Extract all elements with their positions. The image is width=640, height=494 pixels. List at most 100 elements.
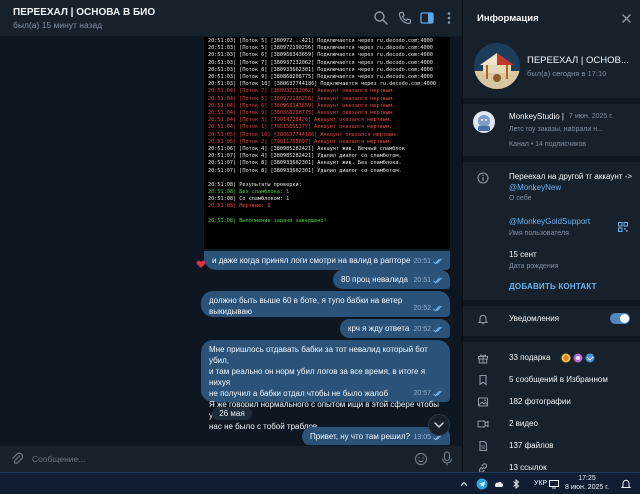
media-row-label: 2 видео bbox=[509, 419, 538, 428]
terminal-line: 20:51:08| Со спамблоком: 1 bbox=[208, 196, 290, 203]
username-label: Имя пользователя bbox=[509, 230, 569, 237]
terminal-line: 20:51:03| [Поток 7] [380937232062] Подкл… bbox=[208, 59, 433, 66]
terminal-gap bbox=[208, 175, 450, 182]
clock-date[interactable]: 8 июн. 2025 г. bbox=[555, 484, 619, 491]
message-text: должно быть выше 60 в боте, я тупо бабки… bbox=[209, 296, 403, 316]
media-row-links[interactable]: 13 ссылок bbox=[463, 457, 640, 472]
chevron-down-icon bbox=[434, 422, 444, 429]
channel-snippet-text: Летс гоу заказы, набрали н... bbox=[509, 126, 603, 133]
cloud-tray-icon[interactable] bbox=[493, 478, 505, 490]
bluetooth-tray-icon[interactable] bbox=[510, 478, 522, 490]
read-checks-icon bbox=[433, 390, 442, 397]
terminal-line: 20:51:04| [Поток 9] [380868208775] Аккау… bbox=[208, 110, 396, 117]
message-bubble[interactable]: и даже когда принял логи смотри на валид… bbox=[204, 251, 450, 270]
photo-icon bbox=[477, 397, 489, 407]
paperclip-icon[interactable] bbox=[10, 452, 24, 466]
terminal-line: 20:51:03| [Поток 5] [380972190256] Подкл… bbox=[208, 45, 433, 52]
toggle-knob bbox=[620, 314, 629, 323]
username-link[interactable]: @MonkeyGoldSupport bbox=[509, 217, 590, 226]
message-meta: 20:51 bbox=[413, 256, 443, 267]
terminal-line: 20:51:05| [Поток 10] [380637744186] Акка… bbox=[208, 131, 399, 138]
microphone-icon[interactable] bbox=[440, 451, 454, 467]
section-divider bbox=[463, 156, 640, 162]
more-menu-icon[interactable] bbox=[441, 10, 457, 26]
info-header: Информация bbox=[463, 0, 640, 37]
qr-code-icon[interactable] bbox=[618, 222, 628, 232]
info-circle-icon bbox=[477, 172, 489, 184]
chat-header[interactable]: ПЕРЕЕХАЛ | ОСНОВА В БИО был(а) 15 минут … bbox=[0, 0, 462, 37]
notifications-toggle[interactable] bbox=[610, 313, 630, 324]
terminal-line: 20:51:04| [Поток 3] [79014728420] Аккаун… bbox=[208, 117, 393, 124]
message-text: и даже когда принял логи смотри на валид… bbox=[212, 256, 411, 265]
link-icon bbox=[478, 463, 488, 472]
media-row-label: 182 фотографии bbox=[509, 397, 571, 406]
read-checks-icon bbox=[433, 305, 442, 312]
terminal-line: 20:51:04| [Поток 1] [79515865377] Аккаун… bbox=[208, 124, 393, 131]
media-row-label: 13 ссылок bbox=[509, 463, 547, 472]
message-time: 20:52 bbox=[413, 326, 431, 333]
terminal-line: 20:51:08| Мертвые: 8 bbox=[208, 203, 271, 210]
section-divider bbox=[463, 336, 640, 342]
message-text-line: и там реально он норм убил логов за все … bbox=[209, 367, 426, 387]
terminal-line: 20:51:03| [Поток 8] [380933662301] Подкл… bbox=[208, 66, 433, 73]
channel-date: 7 июн. 2025 г. bbox=[569, 113, 613, 120]
media-row-files[interactable]: 137 файлов bbox=[463, 435, 640, 457]
channel-avatar[interactable] bbox=[473, 111, 495, 133]
message-list[interactable]: 20:51:03| [Поток 5] [380972...421] Подкл… bbox=[0, 37, 462, 445]
emoji-icon[interactable] bbox=[414, 452, 428, 466]
terminal-line: 20:51:07| [Поток 8] [380933662301] Удали… bbox=[208, 167, 402, 174]
message-text-line: не получил а бабки отдал чтобы не было ж… bbox=[209, 389, 389, 398]
tray-chevron-icon[interactable] bbox=[458, 478, 470, 490]
message-bubble[interactable]: крч я жду ответа 20:52 bbox=[340, 319, 450, 338]
read-checks-icon bbox=[433, 277, 442, 284]
sidebar-toggle-icon[interactable] bbox=[419, 10, 435, 26]
media-row-videos[interactable]: 2 видео bbox=[463, 413, 640, 435]
phone-icon[interactable] bbox=[397, 10, 413, 26]
terminal-line: 20:51:03| [Поток 9] [380868208775] Подкл… bbox=[208, 74, 433, 81]
message-text-line: Мне пришлось отдавать бабки за тот невал… bbox=[209, 345, 428, 365]
video-icon bbox=[477, 420, 489, 428]
terminal-line: 20:51:08| Результаты проверки: bbox=[208, 181, 302, 188]
media-row-gifts[interactable]: 33 подарка bbox=[463, 347, 640, 369]
notification-center-icon[interactable] bbox=[620, 478, 632, 490]
terminal-line: 20:51:08| Без спамблока: 1 bbox=[208, 189, 290, 196]
terminal-line: 20:51:04| [Поток 7] [380937232062] Аккау… bbox=[208, 88, 396, 95]
message-time: 20:57 bbox=[413, 390, 431, 397]
search-icon[interactable] bbox=[373, 10, 389, 26]
clock-time[interactable]: 17:25 bbox=[562, 475, 612, 482]
message-bubble[interactable]: должно быть выше 60 в боте, я тупо бабки… bbox=[201, 291, 450, 317]
message-bubble[interactable]: Привет, ну что там решил? 13:05 bbox=[302, 427, 450, 445]
close-icon[interactable] bbox=[621, 13, 632, 24]
channel-name[interactable]: MonkeyStudio | ... bbox=[509, 112, 567, 121]
about-link[interactable]: @MonkeyNew bbox=[509, 183, 561, 192]
message-time: 20:51 bbox=[413, 258, 431, 265]
message-meta: 20:52 bbox=[413, 303, 443, 314]
media-row-photos[interactable]: 182 фотографии bbox=[463, 391, 640, 413]
chat-status: был(а) 15 минут назад bbox=[13, 20, 103, 30]
terminal-screenshot-image[interactable]: 20:51:03| [Поток 5] [380972...421] Подкл… bbox=[204, 37, 450, 249]
add-contact-button[interactable]: ДОБАВИТЬ КОНТАКТ bbox=[509, 282, 597, 291]
section-divider bbox=[463, 300, 640, 306]
keyboard-language[interactable]: УКР bbox=[534, 480, 547, 487]
birthday-value: 15 сент bbox=[509, 250, 537, 259]
scroll-down-button[interactable] bbox=[428, 414, 450, 436]
message-bubble[interactable]: 80 проц невалида 20:51 bbox=[333, 270, 450, 289]
chat-title[interactable]: ПЕРЕЕХАЛ | ОСНОВА В БИО bbox=[13, 7, 155, 18]
telegram-window: ПЕРЕЕХАЛ | ОСНОВА В БИО был(а) 15 минут … bbox=[0, 0, 640, 494]
date-separator: 26 мая bbox=[212, 407, 252, 420]
media-row-label: 33 подарка bbox=[509, 353, 551, 362]
about-text: Переехал на другой тг аккаунт -> @Monkey… bbox=[509, 171, 635, 193]
windows-taskbar: УКР 17:25 8 июн. 2025 г. bbox=[0, 472, 640, 494]
gift-stickers-icon bbox=[561, 353, 595, 363]
info-pane: Информация ПЕРЕЕХАЛ | ОСНОВ... был(а) се… bbox=[462, 0, 640, 472]
message-meta: 20:51 bbox=[413, 275, 443, 286]
media-row-saved[interactable]: 5 сообщений в Избранном bbox=[463, 369, 640, 391]
message-time: 13:05 bbox=[413, 434, 431, 441]
telegram-tray-icon[interactable] bbox=[476, 478, 488, 490]
channel-snippet: Летс гоу заказы, набрали н... bbox=[509, 126, 635, 133]
profile-avatar[interactable] bbox=[474, 43, 520, 89]
terminal-line: 20:51:03| [Поток 6] [380968343659] Подкл… bbox=[208, 52, 433, 59]
message-input[interactable] bbox=[32, 451, 362, 467]
message-bubble[interactable]: Мне пришлось отдавать бабки за тот невал… bbox=[201, 340, 450, 431]
terminal-line: 20:51:03| [Поток 5] [380972...421] Подкл… bbox=[208, 38, 433, 44]
